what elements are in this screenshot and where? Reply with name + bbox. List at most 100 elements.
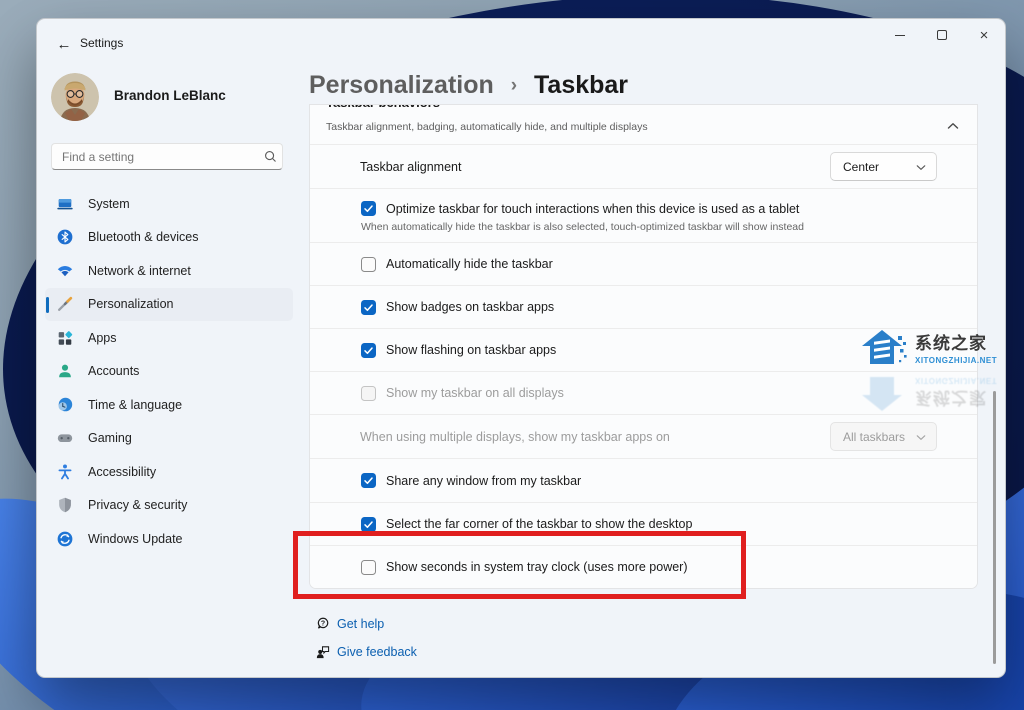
setting-label: Show flashing on taskbar apps bbox=[386, 343, 557, 357]
setting-label: Taskbar alignment bbox=[360, 159, 462, 174]
setting-row-touch-optimize[interactable]: Optimize taskbar for touch interactions … bbox=[310, 188, 977, 242]
sidebar-item-label: Bluetooth & devices bbox=[88, 230, 199, 245]
give-feedback-link[interactable]: Give feedback bbox=[314, 644, 417, 659]
get-help-label: Get help bbox=[337, 616, 385, 631]
sidebar-item-label: System bbox=[88, 196, 130, 211]
wifi-icon bbox=[55, 261, 74, 280]
sidebar-item-label: Personalization bbox=[88, 297, 174, 312]
setting-row-share-window[interactable]: Share any window from my taskbar bbox=[310, 458, 977, 502]
minimize-button[interactable] bbox=[879, 19, 921, 51]
setting-row-taskbar-alignment: Taskbar alignment Center bbox=[310, 144, 977, 188]
touch-optimize-checkbox[interactable] bbox=[361, 201, 376, 216]
person-icon bbox=[55, 362, 74, 381]
maximize-icon bbox=[937, 30, 947, 40]
sidebar-item-windows-update[interactable]: Windows Update bbox=[45, 522, 293, 556]
watermark-reflection: 系统之家 XITONGZHIJIA.NET bbox=[858, 371, 1018, 417]
sidebar-item-bluetooth[interactable]: Bluetooth & devices bbox=[45, 221, 293, 255]
expander-subtitle: Taskbar alignment, badging, automaticall… bbox=[326, 121, 648, 133]
far-corner-checkbox[interactable] bbox=[361, 516, 376, 532]
watermark-subtitle: XITONGZHIJIA.NET bbox=[915, 356, 998, 365]
show-badges-checkbox[interactable] bbox=[361, 299, 376, 315]
sidebar-item-network[interactable]: Network & internet bbox=[45, 254, 293, 288]
get-help-link[interactable]: ? Get help bbox=[314, 616, 384, 631]
vertical-scrollbar[interactable] bbox=[993, 391, 996, 664]
help-icon: ? bbox=[314, 616, 331, 631]
sidebar-item-label: Privacy & security bbox=[88, 498, 188, 513]
chevron-down-icon bbox=[916, 430, 926, 444]
sidebar-item-system[interactable]: System bbox=[45, 187, 293, 221]
sidebar-item-label: Time & language bbox=[88, 397, 183, 412]
watermark-title: 系统之家 bbox=[915, 334, 987, 353]
multiple-displays-dropdown: All taskbars bbox=[830, 422, 937, 451]
page-title: Taskbar bbox=[534, 71, 629, 99]
sidebar-item-label: Accounts bbox=[88, 364, 140, 379]
setting-label: Show my taskbar on all displays bbox=[386, 386, 564, 400]
shield-icon bbox=[55, 496, 74, 515]
auto-hide-checkbox[interactable] bbox=[361, 256, 376, 272]
setting-row-auto-hide[interactable]: Automatically hide the taskbar bbox=[310, 242, 977, 285]
close-button[interactable]: × bbox=[963, 19, 1005, 51]
setting-label: Show badges on taskbar apps bbox=[386, 300, 555, 314]
sidebar-nav: System Bluetooth & devices Network & int… bbox=[45, 187, 293, 556]
app-title: Settings bbox=[80, 36, 124, 50]
setting-row-show-badges[interactable]: Show badges on taskbar apps bbox=[310, 285, 977, 328]
setting-label: When using multiple displays, show my ta… bbox=[360, 429, 670, 444]
chevron-up-icon bbox=[947, 117, 959, 135]
watermark: 系统之家 XITONGZHIJIA.NET 系统之家 XITONGZHIJIA.… bbox=[858, 324, 1018, 417]
expander-header[interactable]: Taskbar behaviors Taskbar alignment, bad… bbox=[310, 105, 977, 144]
avatar[interactable] bbox=[51, 73, 99, 121]
sidebar-item-label: Windows Update bbox=[88, 531, 183, 546]
setting-description: When automatically hide the taskbar is a… bbox=[361, 221, 804, 233]
search-box bbox=[51, 143, 283, 170]
watermark-logo-icon bbox=[862, 330, 907, 364]
sidebar-item-privacy[interactable]: Privacy & security bbox=[45, 489, 293, 523]
breadcrumb-parent[interactable]: Personalization bbox=[309, 71, 494, 99]
setting-label: Select the far corner of the taskbar to … bbox=[386, 517, 693, 531]
search-input[interactable] bbox=[52, 149, 258, 164]
breadcrumb: Personalization › Taskbar bbox=[309, 71, 628, 100]
sidebar-item-label: Apps bbox=[88, 330, 117, 345]
sidebar-item-label: Network & internet bbox=[88, 263, 191, 278]
sidebar-item-label: Accessibility bbox=[88, 464, 157, 479]
apps-icon bbox=[55, 328, 74, 347]
dropdown-value: All taskbars bbox=[843, 429, 906, 444]
minimize-icon bbox=[895, 34, 905, 36]
close-icon: × bbox=[979, 26, 989, 44]
give-feedback-label: Give feedback bbox=[337, 644, 417, 659]
breadcrumb-separator-icon: › bbox=[510, 75, 518, 96]
dropdown-value: Center bbox=[843, 159, 880, 174]
svg-text:?: ? bbox=[321, 620, 325, 627]
profile-name: Brandon LeBlanc bbox=[114, 88, 226, 103]
expander-title: Taskbar behaviors bbox=[326, 105, 440, 110]
avatar-image bbox=[51, 73, 99, 121]
setting-label: Automatically hide the taskbar bbox=[386, 257, 553, 271]
bluetooth-icon bbox=[55, 228, 74, 247]
all-displays-checkbox bbox=[361, 385, 376, 401]
sidebar-item-label: Gaming bbox=[88, 431, 132, 446]
sidebar-item-accounts[interactable]: Accounts bbox=[45, 355, 293, 389]
share-window-checkbox[interactable] bbox=[361, 473, 376, 488]
setting-label: Optimize taskbar for touch interactions … bbox=[386, 201, 800, 216]
chevron-down-icon bbox=[916, 160, 926, 174]
back-button[interactable]: ← bbox=[49, 31, 79, 57]
sidebar-item-personalization[interactable]: Personalization bbox=[45, 287, 293, 321]
laptop-icon bbox=[55, 194, 74, 213]
search-icon[interactable] bbox=[258, 150, 282, 163]
taskbar-alignment-dropdown[interactable]: Center bbox=[830, 152, 937, 181]
desktop: ← Settings × Brandon LeBlanc Find a sett… bbox=[0, 0, 1024, 710]
paintbrush-icon bbox=[55, 295, 74, 314]
sidebar-item-accessibility[interactable]: Accessibility bbox=[45, 455, 293, 489]
sidebar-item-gaming[interactable]: Gaming bbox=[45, 422, 293, 456]
gamepad-icon bbox=[55, 429, 74, 448]
update-icon bbox=[55, 529, 74, 548]
highlight-rectangle bbox=[293, 531, 746, 599]
feedback-icon bbox=[314, 644, 331, 659]
setting-label: Share any window from my taskbar bbox=[386, 473, 582, 488]
maximize-button[interactable] bbox=[921, 19, 963, 51]
back-arrow-icon: ← bbox=[56, 35, 72, 53]
show-flashing-checkbox[interactable] bbox=[361, 342, 376, 358]
sidebar-item-apps[interactable]: Apps bbox=[45, 321, 293, 355]
setting-row-multiple-displays: When using multiple displays, show my ta… bbox=[310, 414, 977, 458]
clock-globe-icon bbox=[55, 395, 74, 414]
sidebar-item-time-language[interactable]: Time & language bbox=[45, 388, 293, 422]
